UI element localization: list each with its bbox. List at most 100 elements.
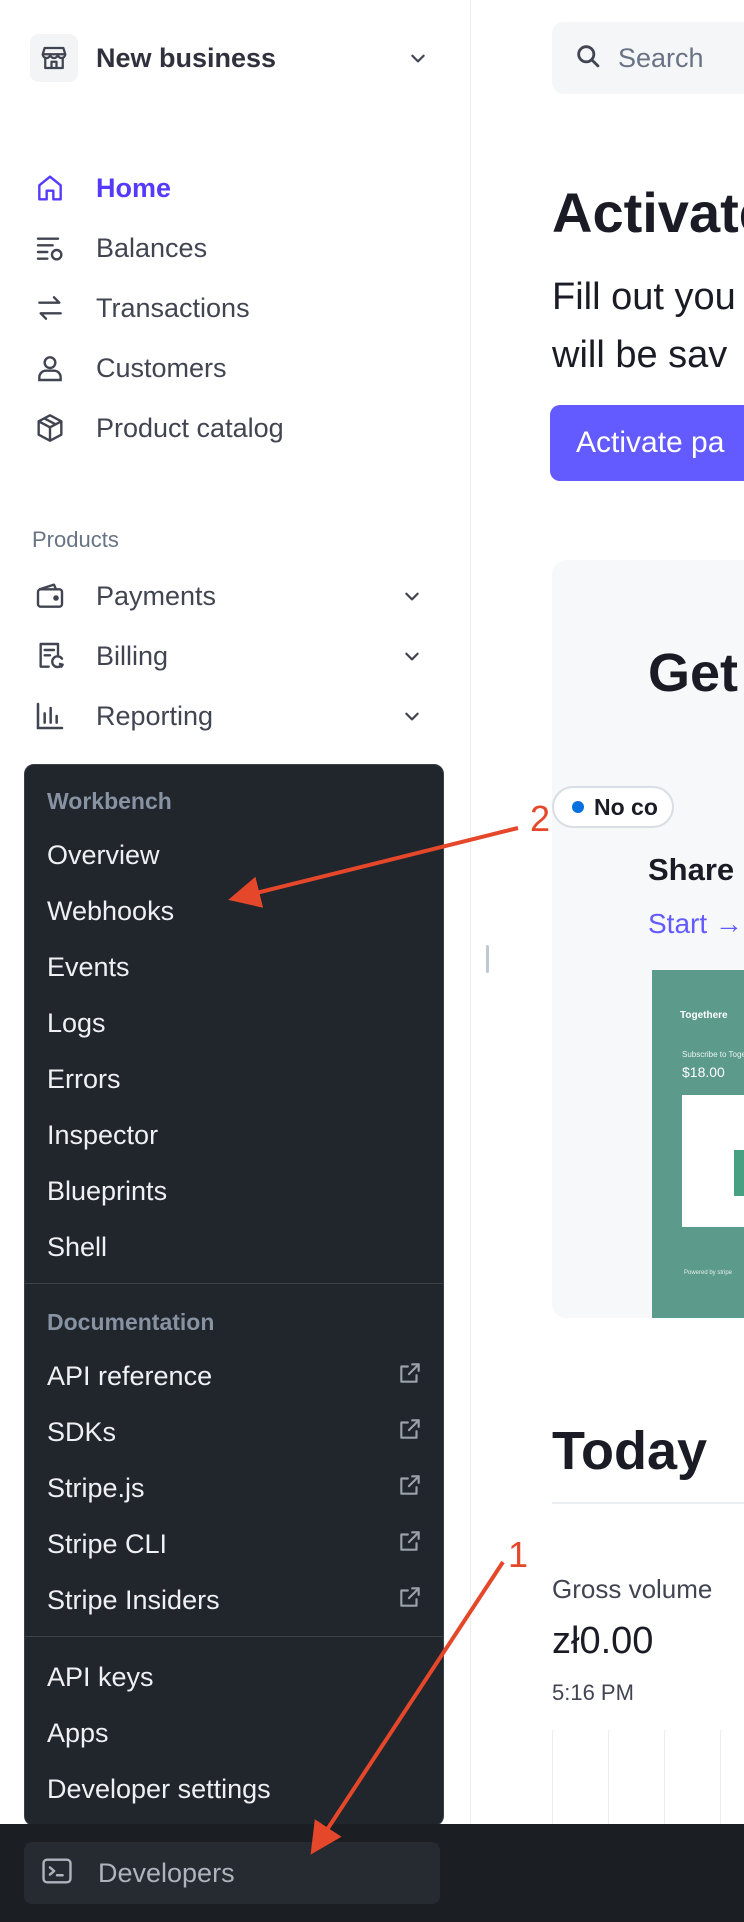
- activate-description-line: will be sav: [552, 334, 728, 376]
- menu-item-apps[interactable]: Apps: [25, 1705, 443, 1761]
- home-icon: [30, 168, 70, 208]
- sidebar-item-label: Home: [96, 172, 172, 203]
- preview-price: $18.00: [682, 1064, 725, 1080]
- menu-item-label: Stripe Insiders: [47, 1584, 220, 1615]
- menu-item-label: Events: [47, 951, 130, 982]
- preview-shape: [734, 1150, 744, 1196]
- sidebar-item-home[interactable]: Home: [30, 158, 430, 218]
- business-name: New business: [96, 42, 277, 73]
- menu-item-stripe-insiders[interactable]: Stripe Insiders: [25, 1572, 443, 1628]
- developers-label: Developers: [98, 1857, 235, 1888]
- status-dot: [572, 801, 584, 813]
- menu-item-sdks[interactable]: SDKs: [25, 1404, 443, 1460]
- sidebar-item-label: Customers: [96, 352, 227, 383]
- menu-item-stripe-cli[interactable]: Stripe CLI: [25, 1516, 443, 1572]
- terminal-icon: [40, 1854, 74, 1893]
- external-link-icon: [397, 1584, 423, 1617]
- menu-item-label: Stripe.js: [47, 1472, 145, 1503]
- menu-item-events[interactable]: Events: [25, 939, 443, 995]
- today-title: Today: [552, 1421, 708, 1481]
- menu-item-stripe-js[interactable]: Stripe.js: [25, 1460, 443, 1516]
- activate-description: Fill out you will be sav: [552, 268, 736, 384]
- menu-item-developer-settings[interactable]: Developer settings: [25, 1761, 443, 1817]
- sidebar-item-payments[interactable]: Payments: [30, 566, 430, 626]
- search-icon: [574, 42, 602, 75]
- annotation-number-2: 2: [530, 798, 551, 839]
- annotation-number-1: 1: [508, 1534, 529, 1575]
- payments-icon: [30, 576, 70, 616]
- customers-icon: [30, 348, 70, 388]
- main-nav: Home Balances Transactions Customers Pro…: [30, 158, 430, 458]
- developers-menu: Workbench Overview Webhooks Events Logs …: [24, 764, 444, 1826]
- preview-subscribe: Subscribe to Togethere: [682, 1050, 744, 1059]
- page-title: Activate: [552, 181, 744, 244]
- menu-item-label: Stripe CLI: [47, 1528, 168, 1559]
- external-link-icon: [397, 1472, 423, 1505]
- sidebar-item-transactions[interactable]: Transactions: [30, 278, 430, 338]
- chevron-down-icon: [400, 584, 424, 608]
- developers-button[interactable]: Developers: [24, 1842, 440, 1904]
- card-start-link[interactable]: Start →: [648, 908, 743, 940]
- menu-item-inspector[interactable]: Inspector: [25, 1107, 443, 1163]
- chevron-down-icon: [400, 644, 424, 668]
- store-icon: [30, 34, 78, 82]
- search-placeholder: Search: [618, 42, 704, 73]
- menu-item-label: Logs: [47, 1007, 106, 1038]
- menu-item-shell[interactable]: Shell: [25, 1219, 443, 1275]
- menu-item-overview[interactable]: Overview: [25, 827, 443, 883]
- chevron-down-icon: [406, 46, 430, 70]
- menu-item-label: API keys: [47, 1661, 154, 1692]
- menu-item-label: Shell: [47, 1231, 108, 1262]
- menu-section-documentation: Documentation: [47, 1308, 215, 1335]
- sidebar-item-product-catalog[interactable]: Product catalog: [30, 398, 430, 458]
- chevron-down-icon: [400, 704, 424, 728]
- menu-item-webhooks[interactable]: Webhooks: [25, 883, 443, 939]
- products-section-label: Products: [32, 527, 119, 552]
- menu-item-api-reference[interactable]: API reference: [25, 1348, 443, 1404]
- menu-item-errors[interactable]: Errors: [25, 1051, 443, 1107]
- preview-product-image: [682, 1095, 744, 1227]
- preview-powered-by: Powered by stripe: [684, 1270, 733, 1276]
- sidebar-item-label: Product catalog: [96, 412, 284, 443]
- sidebar-item-label: Reporting: [96, 700, 214, 731]
- sidebar-item-billing[interactable]: Billing: [30, 626, 430, 686]
- menu-item-blueprints[interactable]: Blueprints: [25, 1163, 443, 1219]
- divider: [552, 1502, 744, 1504]
- gross-volume-label: Gross volume: [552, 1574, 713, 1604]
- menu-item-api-keys[interactable]: API keys: [25, 1649, 443, 1705]
- reporting-icon: [30, 696, 70, 736]
- menu-section-workbench: Workbench: [47, 787, 172, 814]
- menu-item-label: Developer settings: [47, 1773, 271, 1804]
- product-catalog-icon: [30, 408, 70, 448]
- activate-payments-button[interactable]: Activate pa: [550, 405, 744, 481]
- sidebar-item-customers[interactable]: Customers: [30, 338, 430, 398]
- bottom-bar: Developers: [0, 1824, 744, 1922]
- external-link-icon: [397, 1360, 423, 1393]
- gross-volume-time: 5:16 PM: [552, 1680, 634, 1705]
- menu-divider: [25, 1283, 443, 1284]
- status-badge-label: No co: [594, 793, 658, 820]
- external-link-icon: [397, 1416, 423, 1449]
- menu-item-label: API reference: [47, 1360, 213, 1391]
- menu-item-label: Inspector: [47, 1119, 159, 1150]
- gross-volume-value: zł0.00: [552, 1620, 654, 1662]
- get-started-card: No co Get Share Start → Togethere Subscr…: [552, 560, 744, 1318]
- menu-item-label: Blueprints: [47, 1175, 168, 1206]
- menu-item-label: SDKs: [47, 1416, 117, 1447]
- menu-item-label: Overview: [47, 839, 160, 870]
- status-badge: No co: [552, 786, 674, 828]
- payment-link-preview: Togethere Subscribe to Togethere $18.00 …: [652, 970, 744, 1318]
- transactions-icon: [30, 288, 70, 328]
- menu-item-logs[interactable]: Logs: [25, 995, 443, 1051]
- sidebar-item-label: Billing: [96, 640, 169, 671]
- billing-icon: [30, 636, 70, 676]
- sidebar-item-label: Transactions: [96, 292, 250, 323]
- sidebar-item-reporting[interactable]: Reporting: [30, 686, 430, 746]
- sidebar-item-balances[interactable]: Balances: [30, 218, 430, 278]
- menu-item-label: Errors: [47, 1063, 121, 1094]
- external-link-icon: [397, 1528, 423, 1561]
- business-switcher[interactable]: New business: [30, 32, 430, 84]
- menu-item-label: Apps: [47, 1717, 109, 1748]
- search-input[interactable]: Search: [552, 22, 744, 94]
- menu-divider: [25, 1636, 443, 1637]
